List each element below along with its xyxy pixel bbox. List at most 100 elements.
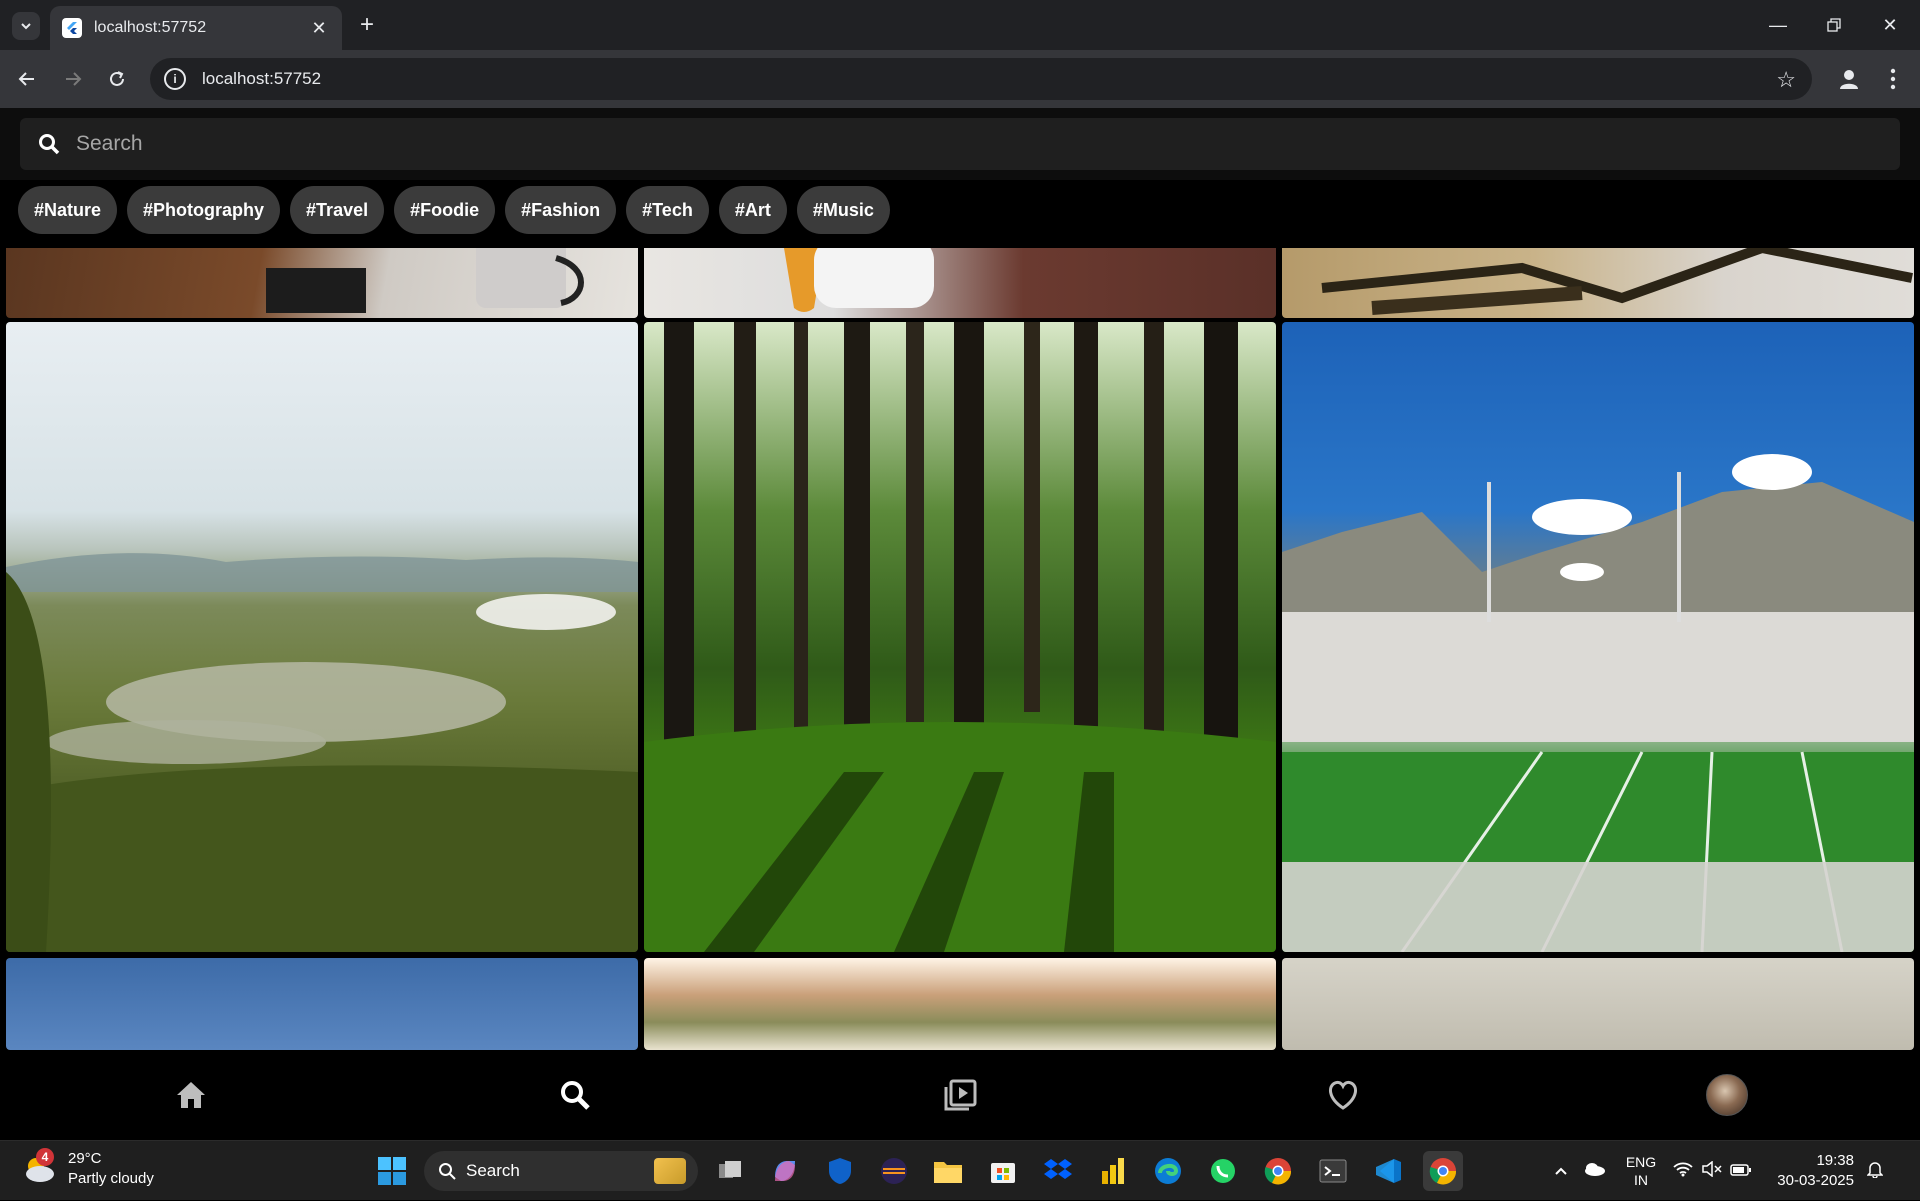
chip-art[interactable]: #Art xyxy=(718,186,787,234)
folder-icon xyxy=(934,1162,962,1183)
explore-image-grid xyxy=(0,248,1920,1050)
chip-photography[interactable]: #Photography xyxy=(127,186,281,234)
chip-foodie[interactable]: #Foodie xyxy=(394,186,496,234)
nav-profile-button[interactable] xyxy=(1704,1072,1750,1118)
chip-tech[interactable]: #Tech xyxy=(626,186,709,234)
weather-cloud-sun-icon: 4 xyxy=(22,1148,56,1186)
browser-toolbar: i localhost:57752 ☆ xyxy=(0,50,1920,108)
tab-search-button[interactable] xyxy=(12,12,40,40)
task-view-button[interactable] xyxy=(710,1151,750,1191)
bottom-navigation xyxy=(0,1050,1920,1140)
flutter-favicon-icon xyxy=(62,18,82,38)
wifi-icon[interactable] xyxy=(1668,1161,1698,1181)
clock[interactable]: 19:38 30-03-2025 xyxy=(1756,1151,1854,1191)
chrome-icon xyxy=(1264,1158,1292,1185)
clock-time: 19:38 xyxy=(1816,1152,1854,1169)
dropbox-icon xyxy=(1044,1159,1072,1179)
arrow-right-icon xyxy=(66,72,82,86)
kebab-menu-icon xyxy=(1890,68,1896,90)
chip-travel[interactable]: #Travel xyxy=(290,186,385,234)
onedrive-icon[interactable] xyxy=(1574,1162,1614,1180)
nav-search-button[interactable] xyxy=(552,1072,598,1118)
chrome-icon xyxy=(1429,1158,1457,1185)
person-icon xyxy=(1840,70,1858,89)
start-button[interactable] xyxy=(372,1151,412,1191)
notification-bell-icon[interactable] xyxy=(1860,1160,1890,1182)
grid-image-stadium[interactable] xyxy=(1282,322,1914,952)
vscode-app[interactable] xyxy=(1368,1151,1408,1191)
restore-button[interactable] xyxy=(1806,0,1862,50)
search-input[interactable]: Search xyxy=(20,118,1900,170)
defender-app[interactable] xyxy=(820,1151,860,1191)
site-info-icon[interactable]: i xyxy=(164,68,186,90)
chip-music[interactable]: #Music xyxy=(796,186,890,234)
copilot-icon xyxy=(775,1161,795,1181)
taskbar-search[interactable]: Search xyxy=(424,1151,698,1191)
search-icon xyxy=(439,1163,456,1180)
weather-widget[interactable]: 4 29°C Partly cloudy xyxy=(22,1148,154,1189)
heart-icon xyxy=(1329,1080,1357,1110)
close-tab-icon[interactable]: ✕ xyxy=(308,18,330,39)
nav-favorites-button[interactable] xyxy=(1320,1072,1366,1118)
grid-image-forest[interactable] xyxy=(644,322,1276,952)
dropbox-app[interactable] xyxy=(1038,1151,1078,1191)
bookmark-star-icon[interactable]: ☆ xyxy=(1776,67,1796,93)
volume-muted-icon[interactable] xyxy=(1698,1160,1726,1181)
windows-taskbar: 4 29°C Partly cloudy Search ENG IN 19:38… xyxy=(0,1140,1920,1200)
task-view-icon xyxy=(719,1161,741,1178)
browser-menu-button[interactable] xyxy=(1876,62,1910,96)
search-icon xyxy=(561,1081,590,1110)
edge-app[interactable] xyxy=(1148,1151,1188,1191)
search-icon xyxy=(39,134,60,155)
grid-image-haze[interactable] xyxy=(1282,958,1914,1050)
store-icon xyxy=(991,1163,1015,1183)
terminal-app[interactable] xyxy=(1313,1151,1353,1191)
system-tray: ENG IN 19:38 30-03-2025 xyxy=(1548,1141,1890,1201)
whatsapp-app[interactable] xyxy=(1203,1151,1243,1191)
forward-button[interactable] xyxy=(56,62,90,96)
windows-logo-icon xyxy=(378,1157,406,1185)
browser-profile-button[interactable] xyxy=(1832,62,1866,96)
search-highlight-icon xyxy=(654,1158,686,1184)
grid-image-blurred[interactable] xyxy=(644,958,1276,1050)
microsoft-store-app[interactable] xyxy=(983,1151,1023,1191)
chip-nature[interactable]: #Nature xyxy=(18,186,118,234)
browser-tabstrip: localhost:57752 ✕ + — ✕ xyxy=(0,0,1920,50)
file-explorer-app[interactable] xyxy=(928,1151,968,1191)
edge-icon xyxy=(1155,1158,1181,1184)
vscode-icon xyxy=(1376,1159,1401,1183)
chrome-app[interactable] xyxy=(1258,1151,1298,1191)
grid-image-desk[interactable] xyxy=(6,248,638,318)
reload-button[interactable] xyxy=(100,62,134,96)
search-header: Search xyxy=(0,108,1920,180)
copilot-app[interactable] xyxy=(765,1151,805,1191)
new-tab-button[interactable]: + xyxy=(352,10,382,40)
language-indicator[interactable]: ENG IN xyxy=(1614,1153,1668,1189)
eclipse-app[interactable] xyxy=(874,1151,914,1191)
grid-image-sky[interactable] xyxy=(6,958,638,1050)
browser-tab-active[interactable]: localhost:57752 ✕ xyxy=(50,6,342,50)
chevron-up-icon[interactable] xyxy=(1548,1163,1574,1180)
taskbar-search-label: Search xyxy=(466,1161,520,1180)
grid-image-river-valley[interactable] xyxy=(6,322,638,952)
close-window-button[interactable]: ✕ xyxy=(1862,0,1918,50)
tab-title: localhost:57752 xyxy=(94,19,207,36)
grid-image-glasses[interactable] xyxy=(1282,248,1914,318)
nav-home-button[interactable] xyxy=(168,1072,214,1118)
grid-image-cup[interactable] xyxy=(644,248,1276,318)
powerbi-app[interactable] xyxy=(1093,1151,1133,1191)
chrome-active-app[interactable] xyxy=(1423,1151,1463,1191)
language-code: ENG xyxy=(1625,1154,1657,1170)
minimize-button[interactable]: — xyxy=(1750,0,1806,50)
clock-date: 30-03-2025 xyxy=(1777,1172,1854,1189)
address-bar[interactable]: i localhost:57752 ☆ xyxy=(150,58,1812,100)
chip-fashion[interactable]: #Fashion xyxy=(505,186,617,234)
search-placeholder: Search xyxy=(76,132,143,155)
reload-icon xyxy=(110,71,124,86)
shield-icon xyxy=(829,1158,851,1184)
back-button[interactable] xyxy=(10,62,44,96)
video-library-icon xyxy=(944,1079,977,1111)
nav-reels-button[interactable] xyxy=(937,1072,983,1118)
battery-icon[interactable] xyxy=(1726,1163,1756,1180)
weather-desc: Partly cloudy xyxy=(68,1170,154,1187)
